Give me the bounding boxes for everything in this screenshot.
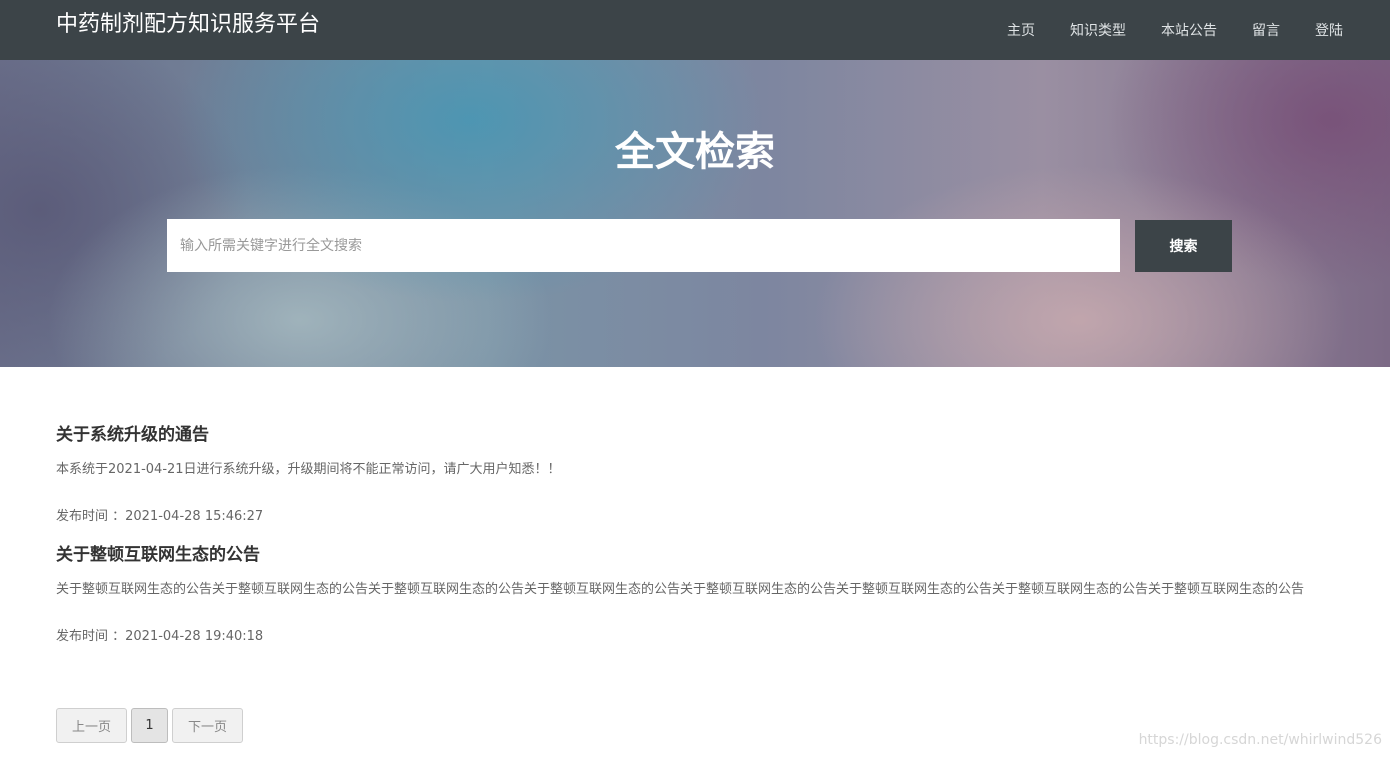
nav-message[interactable]: 留言 <box>1252 20 1280 40</box>
nav-knowledge-types[interactable]: 知识类型 <box>1070 20 1126 40</box>
nav-announcements[interactable]: 本站公告 <box>1161 20 1217 40</box>
notice-time: 发布时间 ：2021-04-28 19:40:18 <box>56 629 264 644</box>
prev-page-button[interactable]: 上一页 <box>56 708 127 743</box>
hero-banner: 全文检索 搜索 <box>0 60 1390 367</box>
notice-title[interactable]: 关于系统升级的通告 <box>56 423 1346 447</box>
notice-item: 关于系统升级的通告 本系统于2021-04-21日进行系统升级，升级期间将不能正… <box>56 423 1346 527</box>
notice-time: 发布时间 ：2021-04-28 15:46:27 <box>56 509 264 524</box>
pagination: 上一页 1 下一页 <box>56 708 247 743</box>
top-navbar: 中药制剂配方知识服务平台 主页 知识类型 本站公告 留言 登陆 <box>0 0 1390 60</box>
notice-body: 关于整顿互联网生态的公告关于整顿互联网生态的公告关于整顿互联网生态的公告关于整顿… <box>56 582 1305 597</box>
watermark: https://blog.csdn.net/whirlwind526 <box>1138 732 1382 748</box>
nav-links: 主页 知识类型 本站公告 留言 登陆 <box>1007 0 1343 60</box>
next-page-button[interactable]: 下一页 <box>172 708 243 743</box>
hero-title: 全文检索 <box>615 129 775 175</box>
search-button[interactable]: 搜索 <box>1135 220 1232 272</box>
nav-login[interactable]: 登陆 <box>1315 20 1343 40</box>
site-brand[interactable]: 中药制剂配方知识服务平台 <box>56 10 320 40</box>
current-page-button[interactable]: 1 <box>131 708 168 743</box>
nav-home[interactable]: 主页 <box>1007 20 1035 40</box>
notice-body: 本系统于2021-04-21日进行系统升级，升级期间将不能正常访问，请广大用户知… <box>56 462 561 477</box>
notice-item: 关于整顿互联网生态的公告 关于整顿互联网生态的公告关于整顿互联网生态的公告关于整… <box>56 543 1346 647</box>
notice-title[interactable]: 关于整顿互联网生态的公告 <box>56 543 1346 567</box>
search-input[interactable] <box>167 219 1120 272</box>
